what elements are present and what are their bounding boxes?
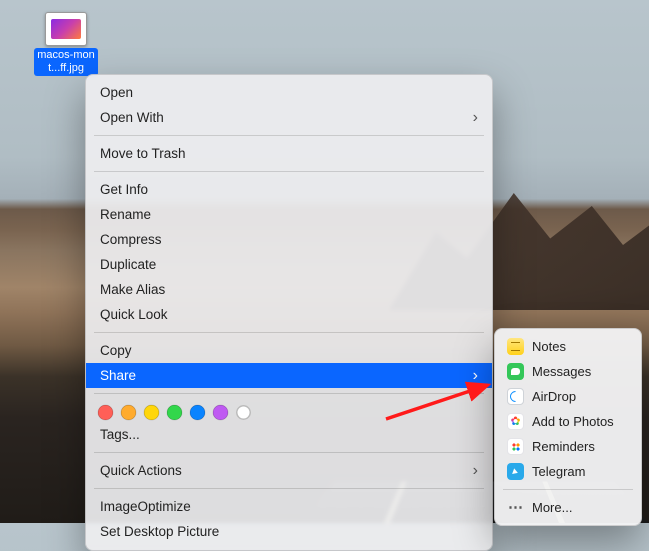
separator [94,332,484,333]
menu-share[interactable]: Share [86,363,492,388]
share-more[interactable]: ⋯ More... [495,495,641,520]
separator [94,171,484,172]
menu-open-with-label: Open With [100,108,164,127]
menu-quick-look[interactable]: Quick Look [86,302,492,327]
telegram-icon [507,463,524,480]
notes-icon [507,338,524,355]
share-messages[interactable]: Messages [495,359,641,384]
menu-open-label: Open [100,83,133,102]
menu-move-to-trash-label: Move to Trash [100,144,186,163]
menu-tags[interactable]: Tags... [86,422,492,447]
menu-quick-actions-label: Quick Actions [100,461,182,480]
menu-tags-label: Tags... [100,425,140,444]
menu-make-alias[interactable]: Make Alias [86,277,492,302]
menu-get-info-label: Get Info [100,180,148,199]
tag-green[interactable] [167,405,182,420]
context-menu: Open Open With Move to Trash Get Info Re… [85,74,493,551]
separator [94,135,484,136]
menu-quick-actions[interactable]: Quick Actions [86,458,492,483]
menu-copy-label: Copy [100,341,132,360]
share-reminders-label: Reminders [532,437,595,456]
share-telegram-label: Telegram [532,462,585,481]
file-thumbnail [45,12,87,46]
share-submenu: Notes Messages AirDrop Add to Photos Rem… [494,328,642,526]
airdrop-icon [507,388,524,405]
menu-compress[interactable]: Compress [86,227,492,252]
share-messages-label: Messages [532,362,591,381]
menu-image-optimize-label: ImageOptimize [100,497,191,516]
menu-move-to-trash[interactable]: Move to Trash [86,141,492,166]
separator [503,489,633,490]
tag-red[interactable] [98,405,113,420]
tags-row [86,399,492,422]
menu-image-optimize[interactable]: ImageOptimize [86,494,492,519]
menu-rename-label: Rename [100,205,151,224]
file-name-label: macos-mont...ff.jpg [34,48,98,76]
share-add-to-photos[interactable]: Add to Photos [495,409,641,434]
menu-share-label: Share [100,366,136,385]
tag-orange[interactable] [121,405,136,420]
desktop-file[interactable]: macos-mont...ff.jpg [34,12,98,76]
menu-set-desktop-picture-label: Set Desktop Picture [100,522,219,541]
menu-compress-label: Compress [100,230,162,249]
menu-duplicate-label: Duplicate [100,255,156,274]
photos-icon [507,413,524,430]
tag-purple[interactable] [213,405,228,420]
separator [94,452,484,453]
reminders-icon [507,438,524,455]
menu-get-info[interactable]: Get Info [86,177,492,202]
share-add-to-photos-label: Add to Photos [532,412,614,431]
menu-duplicate[interactable]: Duplicate [86,252,492,277]
separator [94,488,484,489]
tag-blue[interactable] [190,405,205,420]
menu-rename[interactable]: Rename [86,202,492,227]
share-reminders[interactable]: Reminders [495,434,641,459]
more-icon: ⋯ [507,499,524,516]
tag-none[interactable] [236,405,251,420]
menu-copy[interactable]: Copy [86,338,492,363]
menu-open-with[interactable]: Open With [86,105,492,130]
share-airdrop[interactable]: AirDrop [495,384,641,409]
share-airdrop-label: AirDrop [532,387,576,406]
messages-icon [507,363,524,380]
share-more-label: More... [532,498,572,517]
tag-yellow[interactable] [144,405,159,420]
separator [94,393,484,394]
menu-quick-look-label: Quick Look [100,305,168,324]
share-notes[interactable]: Notes [495,334,641,359]
menu-open[interactable]: Open [86,80,492,105]
share-notes-label: Notes [532,337,566,356]
share-telegram[interactable]: Telegram [495,459,641,484]
menu-make-alias-label: Make Alias [100,280,165,299]
